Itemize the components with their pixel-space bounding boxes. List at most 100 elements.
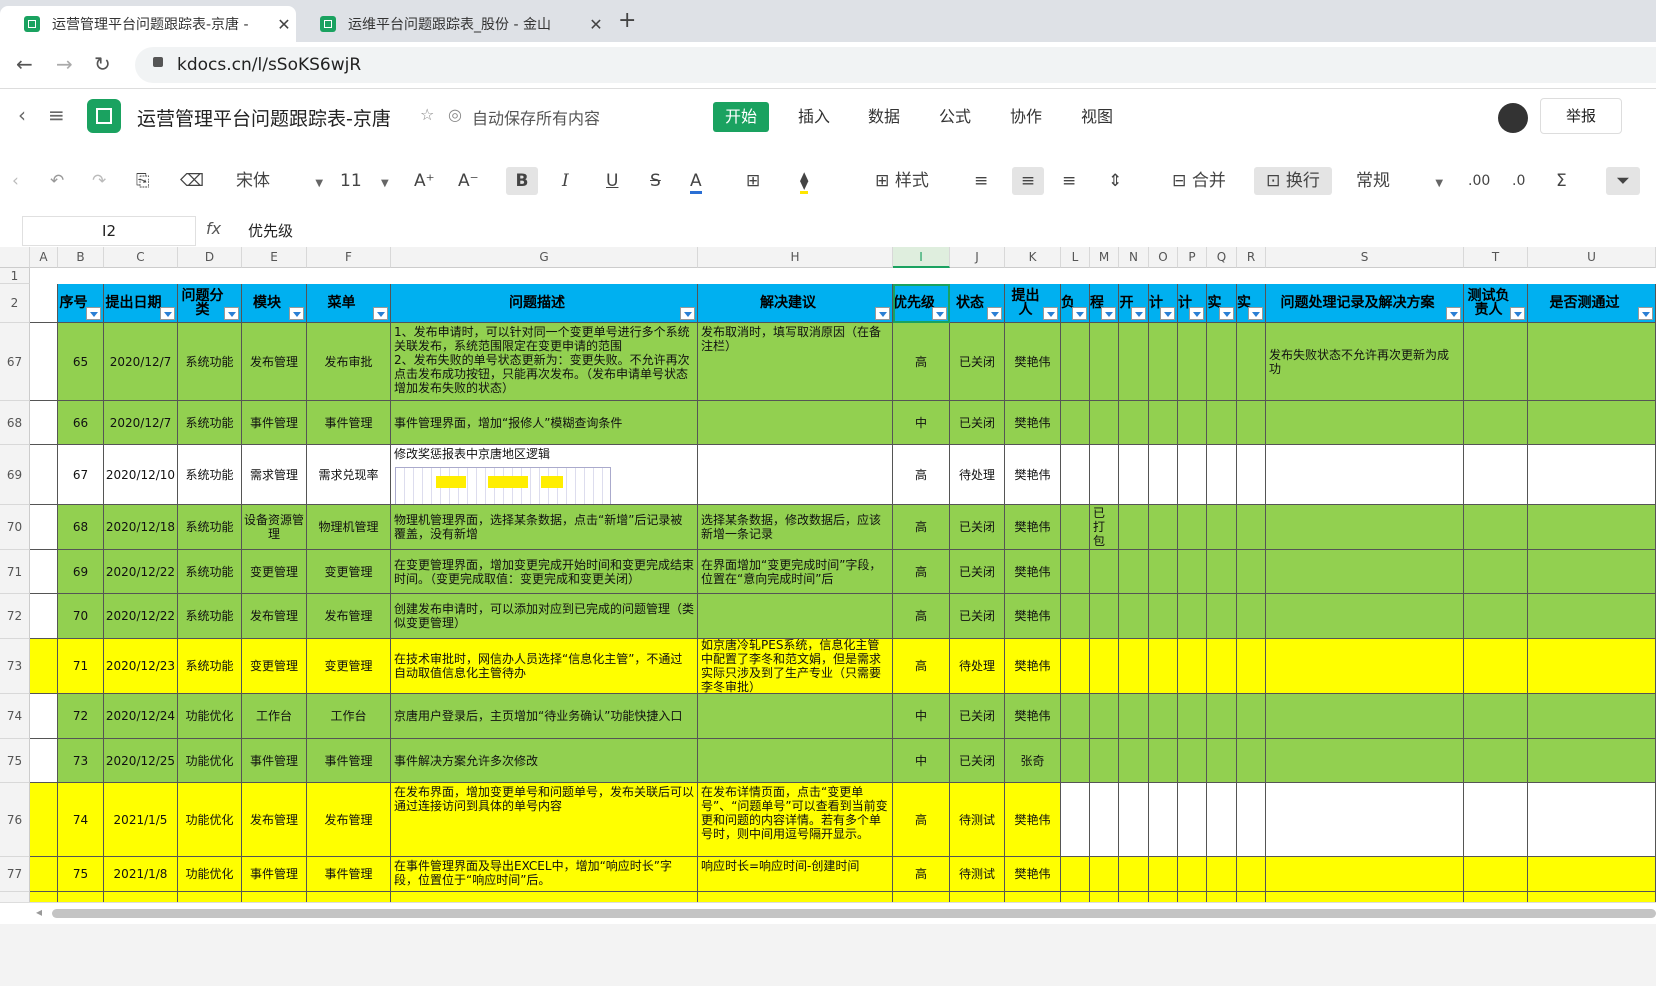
menu-start[interactable]: 开始	[713, 102, 770, 132]
table-cell[interactable]: 67	[58, 445, 104, 505]
table-cell[interactable]	[1207, 783, 1237, 857]
table-cell[interactable]	[1464, 857, 1528, 892]
table-cell[interactable]	[1061, 857, 1090, 892]
table-cell[interactable]: 发布管理	[307, 783, 391, 857]
table-cell[interactable]	[1061, 739, 1090, 783]
number-format-select[interactable]: 常规 ▼	[1356, 167, 1456, 195]
vertical-align-icon[interactable]: ⇕	[1108, 167, 1122, 195]
table-cell[interactable]	[1528, 401, 1656, 445]
table-cell[interactable]: 系统功能	[178, 639, 242, 694]
table-cell[interactable]	[1090, 401, 1119, 445]
table-cell[interactable]: 事件解决方案允许多次修改	[391, 739, 698, 783]
table-cell[interactable]	[30, 323, 58, 401]
table-cell[interactable]: 高	[893, 445, 950, 505]
table-cell[interactable]	[1090, 323, 1119, 401]
column-title-cell[interactable]: 优先级	[893, 284, 950, 323]
table-cell[interactable]: 工作台	[242, 694, 307, 739]
table-cell[interactable]	[1237, 783, 1266, 857]
table-cell[interactable]: 中	[893, 694, 950, 739]
column-title-cell[interactable]: 程	[1090, 284, 1119, 323]
scrollbar-thumb[interactable]	[52, 909, 1656, 918]
table-cell[interactable]	[1207, 694, 1237, 739]
filter-dropdown-icon[interactable]	[987, 307, 1002, 320]
column-header-f[interactable]: F	[307, 247, 391, 268]
table-cell[interactable]	[30, 550, 58, 594]
column-title-cell[interactable]: 菜单	[307, 284, 391, 323]
table-cell[interactable]	[1237, 401, 1266, 445]
table-cell[interactable]	[698, 739, 893, 783]
table-cell[interactable]	[1178, 594, 1207, 639]
horizontal-scrollbar[interactable]: ◂	[0, 902, 1656, 925]
table-cell[interactable]: 变更管理	[242, 550, 307, 594]
eraser-icon[interactable]: ⌫	[180, 167, 204, 195]
table-cell[interactable]	[1178, 783, 1207, 857]
table-cell[interactable]	[1090, 694, 1119, 739]
table-cell[interactable]	[1149, 857, 1178, 892]
filter-dropdown-icon[interactable]	[1638, 307, 1653, 320]
column-title-cell[interactable]: 问题处理记录及解决方案	[1266, 284, 1464, 323]
table-cell[interactable]: 樊艳伟	[1005, 783, 1061, 857]
column-header-u[interactable]: U	[1528, 247, 1656, 268]
table-cell[interactable]: 高	[893, 505, 950, 550]
menu-view[interactable]: 视图	[1069, 102, 1125, 132]
table-cell[interactable]	[1464, 739, 1528, 783]
table-cell[interactable]	[1266, 739, 1464, 783]
sum-icon[interactable]: Σ	[1556, 167, 1567, 195]
table-cell[interactable]: 69	[58, 550, 104, 594]
table-cell[interactable]: 发布管理	[242, 783, 307, 857]
italic-button[interactable]: I	[562, 167, 569, 195]
table-cell[interactable]: 功能优化	[178, 694, 242, 739]
table-cell[interactable]	[1528, 550, 1656, 594]
table-cell[interactable]: 2020/12/10	[104, 445, 178, 505]
table-cell[interactable]: 已关闭	[950, 694, 1005, 739]
table-cell[interactable]	[1178, 739, 1207, 783]
table-cell[interactable]: 修改奖惩报表中京唐地区逻辑	[391, 445, 698, 505]
column-header-t[interactable]: T	[1464, 247, 1528, 268]
table-cell[interactable]: 在技术审批时，网信办人员选择“信息化主管”，不通过自动取值信息化主管待办	[391, 639, 698, 694]
table-cell[interactable]: 中	[893, 401, 950, 445]
browser-tab[interactable]: 运维平台问题跟踪表_股份 - 金山 ✕	[296, 6, 608, 42]
font-color-icon[interactable]: A	[690, 167, 702, 194]
table-cell[interactable]	[1119, 594, 1149, 639]
table-cell[interactable]	[1266, 401, 1464, 445]
table-cell[interactable]: 樊艳伟	[1005, 323, 1061, 401]
table-cell[interactable]: 已关闭	[950, 505, 1005, 550]
filter-dropdown-icon[interactable]	[1510, 307, 1525, 320]
embedded-image-thumbnail[interactable]	[395, 467, 611, 504]
table-cell[interactable]: 张奇	[1005, 739, 1061, 783]
table-cell[interactable]	[1464, 323, 1528, 401]
column-header-a[interactable]: A	[30, 247, 58, 268]
table-cell[interactable]	[1090, 550, 1119, 594]
decrease-font-icon[interactable]: A⁻	[458, 167, 479, 195]
table-cell[interactable]: 樊艳伟	[1005, 505, 1061, 550]
table-cell[interactable]	[1149, 694, 1178, 739]
column-title-cell[interactable]: 问题分类	[178, 284, 242, 323]
bold-button[interactable]: B	[506, 167, 538, 195]
wrap-text-button[interactable]: ⊡ 换行	[1254, 167, 1332, 195]
menu-insert[interactable]: 插入	[786, 102, 842, 132]
table-cell[interactable]: 事件管理	[242, 739, 307, 783]
table-cell[interactable]	[1149, 783, 1178, 857]
table-cell[interactable]: 68	[58, 505, 104, 550]
table-cell[interactable]	[1090, 783, 1119, 857]
filter-dropdown-icon[interactable]	[1043, 307, 1058, 320]
table-cell[interactable]: 系统功能	[178, 505, 242, 550]
table-cell[interactable]	[1528, 639, 1656, 694]
table-cell[interactable]: 樊艳伟	[1005, 594, 1061, 639]
table-cell[interactable]	[1528, 857, 1656, 892]
column-title-cell[interactable]: 序号	[58, 284, 104, 323]
table-cell[interactable]	[1178, 857, 1207, 892]
table-cell[interactable]: 事件管理	[242, 401, 307, 445]
row-header[interactable]: 77	[0, 857, 30, 892]
star-icon[interactable]: ☆	[420, 105, 434, 124]
column-header-d[interactable]: D	[178, 247, 242, 268]
column-header-j[interactable]: J	[950, 247, 1005, 268]
table-cell[interactable]: 74	[58, 783, 104, 857]
filter-dropdown-icon[interactable]	[160, 307, 175, 320]
style-button[interactable]: ⊞ 样式	[862, 167, 942, 195]
table-cell[interactable]	[1061, 694, 1090, 739]
table-cell[interactable]: 在变更管理界面，增加变更完成开始时间和变更完成结束时间。（变更完成取值：变更完成…	[391, 550, 698, 594]
filter-dropdown-icon[interactable]	[1219, 307, 1234, 320]
column-header-o[interactable]: O	[1149, 247, 1178, 268]
table-cell[interactable]: 功能优化	[178, 857, 242, 892]
